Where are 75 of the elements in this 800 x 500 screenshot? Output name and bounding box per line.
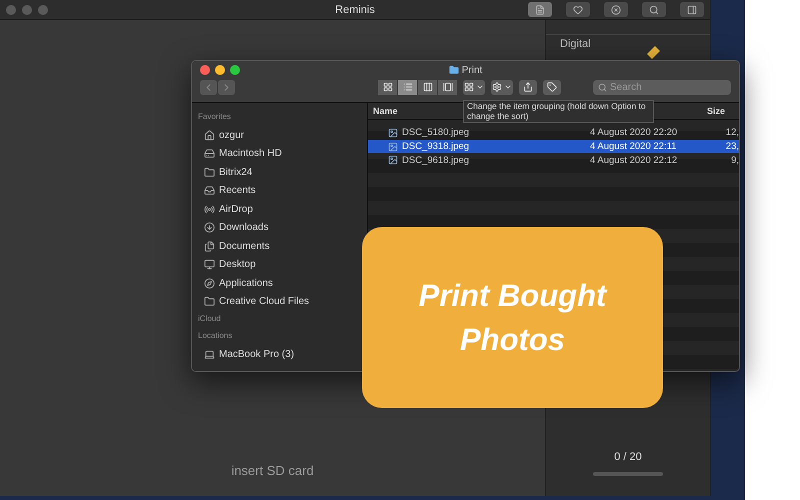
radio-icon — [204, 204, 215, 215]
view-button[interactable] — [438, 80, 457, 94]
sidebar-item[interactable]: Applications — [198, 274, 273, 292]
sidebar-item[interactable]: Bitrix24 — [198, 163, 252, 182]
section-heading: Favorites — [198, 112, 232, 121]
minimize-light[interactable] — [215, 65, 225, 75]
grid-icon — [382, 82, 392, 92]
sidebar-icon — [687, 4, 697, 14]
toolbar-button[interactable] — [528, 2, 552, 17]
window-title: Print — [462, 64, 482, 76]
sidebar-item[interactable]: Downloads — [198, 218, 268, 237]
window-title: Reminis — [335, 4, 375, 16]
home-icon — [204, 130, 215, 141]
forward-button[interactable] — [218, 80, 235, 94]
columns-icon — [422, 82, 432, 92]
panel-heading: Digital — [560, 38, 591, 50]
view-button[interactable] — [418, 80, 437, 94]
compass-icon — [204, 278, 215, 289]
sidebar-item[interactable]: Recents — [198, 182, 256, 200]
gear-icon — [492, 82, 502, 92]
caret-icon — [504, 83, 512, 91]
sidebar-item[interactable]: Macintosh HD — [198, 144, 282, 163]
documents-icon — [204, 240, 215, 252]
back-button[interactable] — [200, 80, 217, 94]
close-light[interactable] — [200, 65, 210, 75]
sidebar-item[interactable]: Documents — [198, 237, 270, 256]
drop-hint: insert SD card — [231, 463, 314, 478]
column-title[interactable]: Size — [706, 106, 725, 116]
folder-icon — [448, 65, 459, 75]
share-button[interactable] — [519, 80, 537, 94]
image-file-icon — [388, 128, 398, 138]
file-row[interactable]: DSC_5180.jpeg 4 August 2020 22:20 12, — [368, 126, 739, 140]
heart-icon — [573, 4, 583, 14]
image-file-icon — [388, 142, 398, 152]
sidebar-item[interactable]: AirDrop — [198, 200, 253, 218]
view-button[interactable] — [398, 80, 417, 94]
close-icon — [611, 4, 621, 14]
promo-headline: Print Bought Photos — [418, 276, 608, 358]
section-heading: iCloud — [198, 314, 222, 323]
group-button[interactable] — [463, 80, 485, 94]
drive-icon — [204, 148, 215, 160]
search-icon — [649, 4, 659, 14]
image-file-icon — [388, 155, 398, 166]
monitor-icon — [204, 259, 215, 270]
sidebar-item[interactable]: ozgur — [198, 126, 244, 144]
section-heading: Locations — [198, 331, 234, 340]
gallery-icon — [442, 82, 452, 92]
search-field[interactable]: Search — [593, 80, 731, 94]
file-row[interactable]: DSC_9318.jpeg 4 August 2020 22:11 23, — [368, 140, 739, 154]
tooltip: Change the item grouping (hold down Option to change the sort) — [463, 100, 654, 123]
download-icon — [204, 222, 215, 234]
file-row[interactable]: DSC_9618.jpeg 4 August 2020 22:12 9, — [368, 153, 739, 168]
grid-icon — [464, 82, 474, 92]
sidebar-item[interactable]: MacBook Pro (3) — [198, 345, 294, 364]
folder-icon — [204, 296, 215, 308]
photo-counter: 0 / 20 — [614, 451, 642, 463]
sidebar-item[interactable]: Desktop — [198, 256, 256, 274]
search-icon — [598, 82, 607, 92]
folder-icon — [204, 166, 215, 178]
sidebar-item[interactable]: Creative Cloud Files — [198, 292, 310, 311]
zoom-light[interactable] — [230, 65, 240, 75]
share-icon — [523, 82, 533, 92]
toolbar-button[interactable] — [566, 2, 590, 17]
toolbar-button[interactable] — [680, 2, 704, 17]
toolbar-button[interactable] — [604, 2, 628, 17]
view-button[interactable] — [378, 80, 397, 94]
document-icon — [535, 4, 545, 14]
tray-icon — [204, 185, 215, 196]
action-button[interactable] — [491, 80, 513, 94]
column-title[interactable]: Name — [373, 106, 398, 116]
tag-button[interactable] — [543, 80, 561, 94]
toolbar-button[interactable] — [642, 2, 666, 17]
laptop-icon — [204, 348, 215, 360]
tag-icon — [547, 82, 557, 92]
caret-icon — [476, 83, 484, 91]
